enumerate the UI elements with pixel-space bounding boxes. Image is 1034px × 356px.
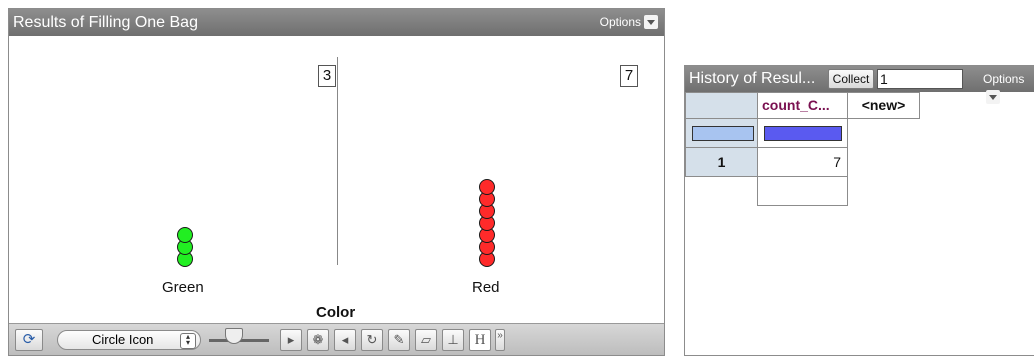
select-stepper-icon: ▴ ▾ [180, 333, 196, 349]
table-titlebar[interactable]: History of Resul... Collect 1 Options [685, 66, 1034, 104]
category-label-green: Green [162, 279, 204, 296]
column-header-new[interactable]: <new> [847, 92, 920, 119]
category-label-red: Red [472, 279, 500, 296]
collect-button[interactable]: Collect [828, 69, 874, 89]
plot-type-select[interactable]: Circle Icon ▴ ▾ [57, 330, 201, 350]
graph-toolbar: ⟳ Circle Icon ▴ ▾ ▸ ❁ ◂ ↻ ✎ ▱ ⊥ H » [9, 323, 664, 355]
graph-panel: Results of Filling One Bag Options 3 7 G… [8, 8, 665, 356]
chevron-down-icon [986, 89, 1000, 104]
chevron-down-icon [644, 14, 658, 29]
plot-type-select-value: Circle Icon [92, 332, 154, 347]
collect-count-input[interactable]: 1 [877, 69, 963, 89]
select-arrow-icon[interactable]: ▸ [280, 329, 302, 351]
graph-options-button[interactable]: Options [596, 13, 662, 31]
swatch-count-cell [757, 118, 848, 148]
x-axis-label[interactable]: Color [316, 304, 355, 321]
add-rotate-icon[interactable]: ↻ [361, 329, 383, 351]
red-count-box: 7 [620, 65, 638, 87]
graph-options-label: Options [599, 15, 641, 29]
eraser-icon[interactable]: ▱ [415, 329, 437, 351]
empty-cell[interactable] [757, 176, 848, 206]
row-index-1: 1 [685, 147, 758, 177]
column-header-count[interactable]: count_C... [757, 92, 848, 119]
table-cell-count[interactable]: 7 [757, 147, 848, 177]
count-color-swatch[interactable] [764, 126, 842, 141]
green-count-box: 3 [318, 65, 336, 87]
more-icon[interactable]: » [495, 329, 505, 351]
graph-titlebar[interactable]: Results of Filling One Bag Options [9, 9, 664, 36]
index-color-swatch [692, 126, 754, 141]
case-dot-green[interactable] [177, 227, 193, 243]
plot-value-icon[interactable]: ⊥ [442, 329, 464, 351]
move-left-icon[interactable]: ◂ [334, 329, 356, 351]
pencil-icon[interactable]: ✎ [388, 329, 410, 351]
table-panel: History of Resul... Collect 1 Options co… [684, 65, 1034, 356]
hide-axis-icon[interactable]: H [469, 329, 491, 351]
table-title: History of Resul... [689, 70, 816, 87]
graph-title: Results of Filling One Bag [13, 14, 198, 31]
swatch-index-cell [685, 118, 758, 148]
case-dot-red[interactable] [479, 179, 495, 195]
hide-show-icon[interactable]: ❁ [307, 329, 329, 351]
rescale-icon[interactable]: ⟳ [15, 329, 43, 351]
table-options-label: Options [983, 72, 1025, 86]
table-options-button[interactable]: Options [979, 70, 1034, 104]
index-header [685, 92, 758, 119]
category-divider [337, 57, 338, 265]
